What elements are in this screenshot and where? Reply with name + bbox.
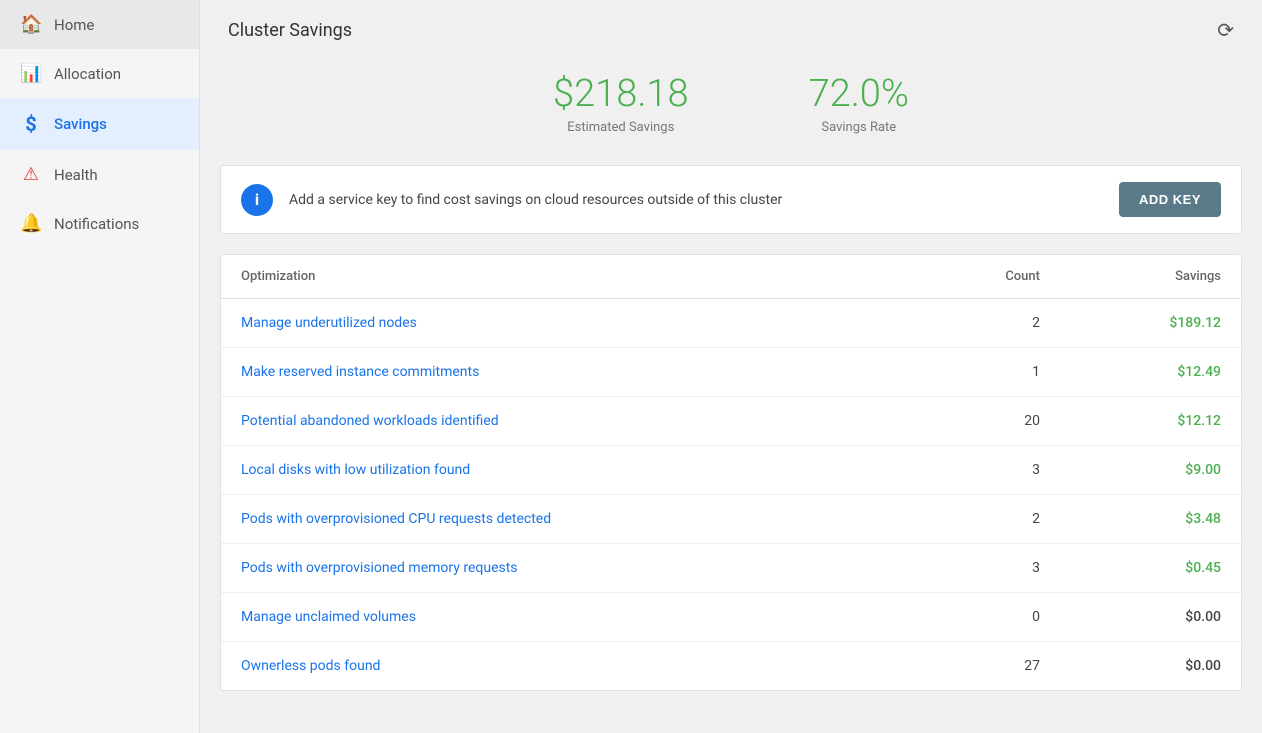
estimated-savings-label: Estimated Savings xyxy=(553,120,689,135)
sidebar: 🏠 Home 📊 Allocation $ Savings ⚠ Health 🔔… xyxy=(0,0,200,733)
optimizations-table: Optimization Count Savings Manage underu… xyxy=(220,254,1242,691)
savings-cell-0: $189.12 xyxy=(1060,299,1241,348)
count-cell-7: 27 xyxy=(913,642,1060,691)
col-optimization: Optimization xyxy=(221,255,913,299)
savings-rate-block: 72.0% Savings Rate xyxy=(809,72,909,135)
sidebar-item-allocation[interactable]: 📊 Allocation xyxy=(0,49,199,98)
info-banner: i Add a service key to find cost savings… xyxy=(220,165,1242,234)
sidebar-item-savings[interactable]: $ Savings xyxy=(0,98,199,150)
savings-cell-6: $0.00 xyxy=(1060,593,1241,642)
add-key-button[interactable]: ADD KEY xyxy=(1119,182,1221,217)
table-row: Make reserved instance commitments1$12.4… xyxy=(221,348,1241,397)
page-header: Cluster Savings ⟳ xyxy=(200,0,1262,52)
main-content: Cluster Savings ⟳ $218.18 Estimated Savi… xyxy=(200,0,1262,733)
savings-cell-7: $0.00 xyxy=(1060,642,1241,691)
savings-cell-2: $12.12 xyxy=(1060,397,1241,446)
savings-cell-3: $9.00 xyxy=(1060,446,1241,495)
optimization-link-1[interactable]: Make reserved instance commitments xyxy=(221,348,913,397)
savings-cell-4: $3.48 xyxy=(1060,495,1241,544)
optimization-link-6[interactable]: Manage unclaimed volumes xyxy=(221,593,913,642)
home-icon: 🏠 xyxy=(20,14,42,35)
allocation-icon: 📊 xyxy=(20,63,42,84)
estimated-savings-value: $218.18 xyxy=(553,72,689,116)
table-row: Pods with overprovisioned memory request… xyxy=(221,544,1241,593)
info-banner-text: Add a service key to find cost savings o… xyxy=(289,192,1103,208)
table-row: Potential abandoned workloads identified… xyxy=(221,397,1241,446)
count-cell-2: 20 xyxy=(913,397,1060,446)
table-row: Pods with overprovisioned CPU requests d… xyxy=(221,495,1241,544)
savings-rate-value: 72.0% xyxy=(809,72,909,116)
sidebar-item-home[interactable]: 🏠 Home xyxy=(0,0,199,49)
table-row: Local disks with low utilization found3$… xyxy=(221,446,1241,495)
estimated-savings-block: $218.18 Estimated Savings xyxy=(553,72,689,135)
optimization-link-7[interactable]: Ownerless pods found xyxy=(221,642,913,691)
sidebar-item-label: Savings xyxy=(54,115,107,133)
info-icon: i xyxy=(241,184,273,216)
col-savings: Savings xyxy=(1060,255,1241,299)
count-cell-6: 0 xyxy=(913,593,1060,642)
table-row: Manage underutilized nodes2$189.12 xyxy=(221,299,1241,348)
sidebar-item-health[interactable]: ⚠ Health xyxy=(0,150,199,199)
count-cell-4: 2 xyxy=(913,495,1060,544)
refresh-icon[interactable]: ⟳ xyxy=(1217,18,1234,42)
optimization-link-0[interactable]: Manage underutilized nodes xyxy=(221,299,913,348)
savings-cell-5: $0.45 xyxy=(1060,544,1241,593)
count-cell-0: 2 xyxy=(913,299,1060,348)
table-row: Ownerless pods found27$0.00 xyxy=(221,642,1241,691)
sidebar-item-label: Home xyxy=(54,16,94,34)
sidebar-item-label: Allocation xyxy=(54,65,121,83)
savings-rate-label: Savings Rate xyxy=(809,120,909,135)
savings-icon: $ xyxy=(20,112,42,136)
optimization-link-2[interactable]: Potential abandoned workloads identified xyxy=(221,397,913,446)
count-cell-3: 3 xyxy=(913,446,1060,495)
sidebar-item-notifications[interactable]: 🔔 Notifications xyxy=(0,199,199,248)
sidebar-item-label: Notifications xyxy=(54,215,139,233)
optimization-link-3[interactable]: Local disks with low utilization found xyxy=(221,446,913,495)
stats-section: $218.18 Estimated Savings 72.0% Savings … xyxy=(200,52,1262,165)
health-icon: ⚠ xyxy=(20,164,42,185)
content-area: i Add a service key to find cost savings… xyxy=(200,165,1262,733)
table-header-row: Optimization Count Savings xyxy=(221,255,1241,299)
optimization-link-4[interactable]: Pods with overprovisioned CPU requests d… xyxy=(221,495,913,544)
notifications-icon: 🔔 xyxy=(20,213,42,234)
count-cell-5: 3 xyxy=(913,544,1060,593)
sidebar-item-label: Health xyxy=(54,166,98,184)
table-row: Manage unclaimed volumes0$0.00 xyxy=(221,593,1241,642)
optimization-link-5[interactable]: Pods with overprovisioned memory request… xyxy=(221,544,913,593)
page-title: Cluster Savings xyxy=(228,20,352,41)
savings-cell-1: $12.49 xyxy=(1060,348,1241,397)
col-count: Count xyxy=(913,255,1060,299)
count-cell-1: 1 xyxy=(913,348,1060,397)
